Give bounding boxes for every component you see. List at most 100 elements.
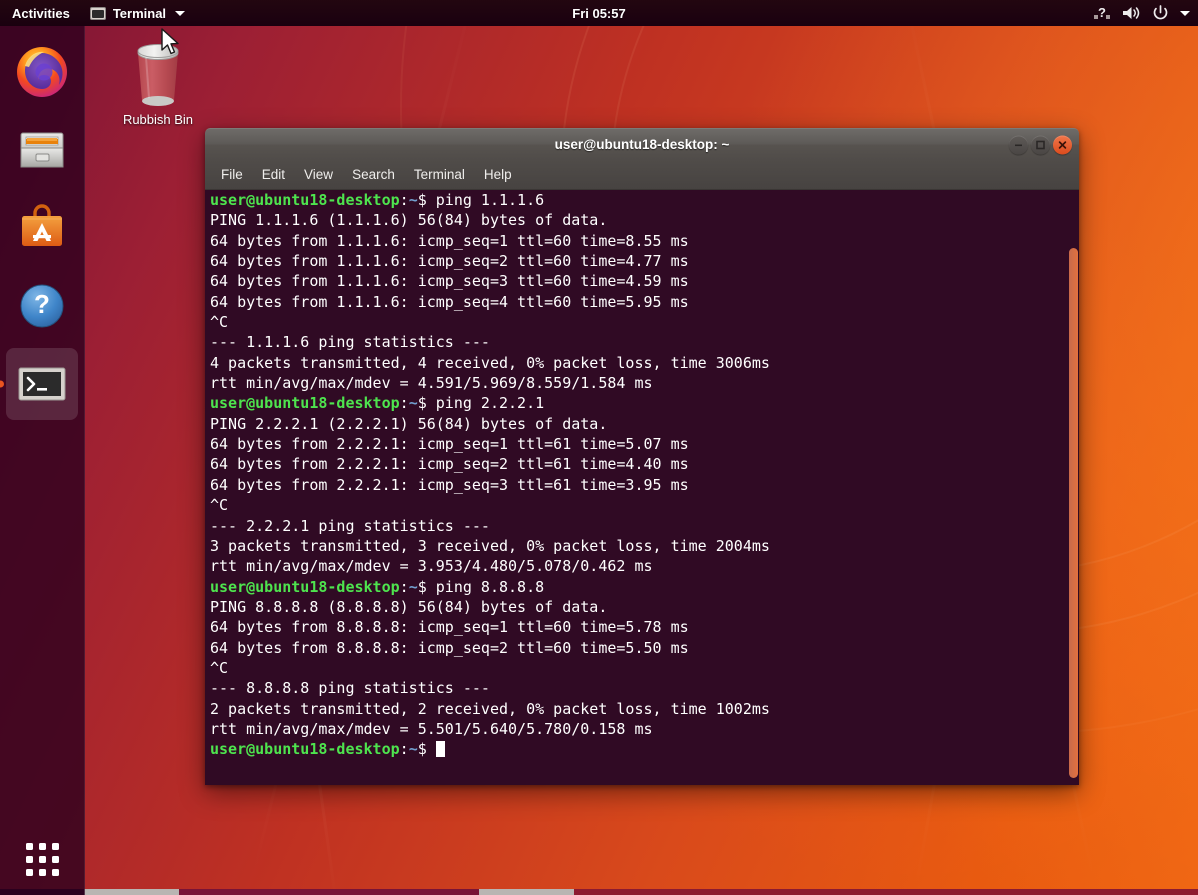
- terminal-output-line: 64 bytes from 1.1.1.6: icmp_seq=4 ttl=60…: [210, 292, 1063, 312]
- firefox-icon: [16, 46, 68, 98]
- terminal-command: ping 1.1.1.6: [427, 191, 544, 209]
- dock-item-terminal[interactable]: [6, 348, 78, 420]
- terminal-command: ping 2.2.2.1: [427, 394, 544, 412]
- prompt-separator: :: [400, 740, 409, 758]
- terminal-output-line: PING 8.8.8.8 (8.8.8.8) 56(84) bytes of d…: [210, 597, 1063, 617]
- terminal-output-line: 2 packets transmitted, 2 received, 0% pa…: [210, 699, 1063, 719]
- dock-item-firefox[interactable]: [6, 36, 78, 108]
- terminal-output-line: 3 packets transmitted, 3 received, 0% pa…: [210, 536, 1063, 556]
- app-menu-terminal[interactable]: Terminal: [80, 6, 195, 21]
- chevron-down-icon: [175, 11, 185, 16]
- prompt-user-host: user@ubuntu18-desktop: [210, 740, 400, 758]
- terminal-output-line: ^C: [210, 312, 1063, 332]
- terminal-scrollbar-thumb[interactable]: [1069, 248, 1078, 778]
- prompt-separator: :: [400, 394, 409, 412]
- terminal-output-line: --- 8.8.8.8 ping statistics ---: [210, 678, 1063, 698]
- prompt-symbol: $: [418, 394, 427, 412]
- accessibility-icon[interactable]: ?: [1094, 5, 1111, 21]
- dock-item-help[interactable]: ?: [6, 270, 78, 342]
- prompt-user-host: user@ubuntu18-desktop: [210, 394, 400, 412]
- terminal-output-line: rtt min/avg/max/mdev = 5.501/5.640/5.780…: [210, 719, 1063, 739]
- window-title: user@ubuntu18-desktop: ~: [555, 137, 730, 152]
- terminal-output-line: 64 bytes from 2.2.2.1: icmp_seq=2 ttl=61…: [210, 454, 1063, 474]
- terminal-window[interactable]: user@ubuntu18-desktop: ~: [205, 128, 1079, 785]
- chevron-down-icon[interactable]: [1180, 11, 1190, 16]
- terminal-prompt-line: user@ubuntu18-desktop:~$ ping 2.2.2.1: [210, 393, 1063, 413]
- menu-help[interactable]: Help: [482, 166, 514, 183]
- prompt-user-host: user@ubuntu18-desktop: [210, 191, 400, 209]
- prompt-symbol: $: [418, 191, 427, 209]
- prompt-path: ~: [409, 578, 418, 596]
- window-titlebar[interactable]: user@ubuntu18-desktop: ~: [205, 128, 1079, 160]
- power-icon[interactable]: [1152, 5, 1169, 22]
- terminal-output-line: 64 bytes from 1.1.1.6: icmp_seq=2 ttl=60…: [210, 251, 1063, 271]
- volume-icon[interactable]: [1122, 5, 1141, 21]
- close-button[interactable]: [1053, 135, 1072, 154]
- close-icon: [1057, 139, 1068, 150]
- dock-item-ubuntu-software[interactable]: [6, 192, 78, 264]
- terminal-cursor: [436, 741, 445, 757]
- terminal-output-line: 64 bytes from 1.1.1.6: icmp_seq=3 ttl=60…: [210, 271, 1063, 291]
- svg-text:?: ?: [34, 289, 50, 319]
- activities-button[interactable]: Activities: [0, 6, 80, 21]
- terminal-output-line: --- 1.1.1.6 ping statistics ---: [210, 332, 1063, 352]
- menu-edit[interactable]: Edit: [260, 166, 287, 183]
- prompt-path: ~: [409, 394, 418, 412]
- terminal-output-line: --- 2.2.2.1 ping statistics ---: [210, 516, 1063, 536]
- system-tray[interactable]: ?: [1094, 5, 1190, 22]
- terminal-output-area[interactable]: user@ubuntu18-desktop:~$ ping 1.1.1.6PIN…: [205, 190, 1079, 785]
- terminal-prompt-line: user@ubuntu18-desktop:~$ ping 8.8.8.8: [210, 577, 1063, 597]
- dock-item-files[interactable]: [6, 114, 78, 186]
- launcher-dock: ?: [0, 26, 85, 895]
- prompt-symbol: $: [418, 740, 427, 758]
- terminal-output-line: rtt min/avg/max/mdev = 3.953/4.480/5.078…: [210, 556, 1063, 576]
- top-bar: Activities Terminal Fri 05:57 ?: [0, 0, 1198, 26]
- menu-view[interactable]: View: [302, 166, 335, 183]
- trash-bin-icon: [112, 34, 204, 114]
- maximize-icon: [1035, 139, 1046, 150]
- svg-text:?: ?: [1098, 5, 1106, 20]
- terminal-output-line: 64 bytes from 2.2.2.1: icmp_seq=1 ttl=61…: [210, 434, 1063, 454]
- maximize-button[interactable]: [1031, 135, 1050, 154]
- ubuntu-software-icon: [16, 202, 68, 254]
- help-question-icon: ?: [16, 280, 68, 332]
- prompt-user-host: user@ubuntu18-desktop: [210, 578, 400, 596]
- terminal-icon: [90, 7, 106, 20]
- terminal-output-line: PING 1.1.1.6 (1.1.1.6) 56(84) bytes of d…: [210, 210, 1063, 230]
- app-menu-label: Terminal: [113, 6, 166, 21]
- grid-dots-icon: [26, 843, 59, 876]
- terminal-output-line: 4 packets transmitted, 4 received, 0% pa…: [210, 353, 1063, 373]
- window-controls: [1009, 135, 1072, 154]
- terminal-output-line: rtt min/avg/max/mdev = 4.591/5.969/8.559…: [210, 373, 1063, 393]
- desktop-screen: Rubbish Bin Activities Terminal Fri 05:5…: [0, 0, 1198, 895]
- terminal-output-line: 64 bytes from 1.1.1.6: icmp_seq=1 ttl=60…: [210, 231, 1063, 251]
- desktop-icon-label: Rubbish Bin: [112, 112, 204, 127]
- terminal-text: user@ubuntu18-desktop:~$ ping 1.1.1.6PIN…: [210, 190, 1063, 760]
- terminal-output-line: PING 2.2.2.1 (2.2.2.1) 56(84) bytes of d…: [210, 414, 1063, 434]
- file-cabinet-icon: [16, 124, 68, 176]
- prompt-path: ~: [409, 740, 418, 758]
- menu-search[interactable]: Search: [350, 166, 397, 183]
- terminal-prompt-line: user@ubuntu18-desktop:~$ ping 1.1.1.6: [210, 190, 1063, 210]
- menu-bar: File Edit View Search Terminal Help: [205, 160, 1079, 190]
- prompt-separator: :: [400, 578, 409, 596]
- menu-file[interactable]: File: [219, 166, 245, 183]
- show-applications-button[interactable]: [0, 823, 84, 895]
- terminal-command: [427, 740, 436, 758]
- minimize-button[interactable]: [1009, 135, 1028, 154]
- desktop-icon-rubbish-bin[interactable]: Rubbish Bin: [112, 34, 204, 127]
- terminal-icon: [16, 358, 68, 410]
- prompt-separator: :: [400, 191, 409, 209]
- desktop-bottom-strip: [0, 889, 1198, 895]
- terminal-scrollbar[interactable]: [1067, 190, 1079, 785]
- prompt-path: ~: [409, 191, 418, 209]
- terminal-prompt-line: user@ubuntu18-desktop:~$: [210, 739, 1063, 759]
- terminal-output-line: ^C: [210, 495, 1063, 515]
- clock-label: Fri 05:57: [572, 6, 625, 21]
- terminal-output-line: 64 bytes from 8.8.8.8: icmp_seq=2 ttl=60…: [210, 638, 1063, 658]
- menu-terminal[interactable]: Terminal: [412, 166, 467, 183]
- terminal-output-line: 64 bytes from 8.8.8.8: icmp_seq=1 ttl=60…: [210, 617, 1063, 637]
- minimize-icon: [1013, 139, 1024, 150]
- terminal-command: ping 8.8.8.8: [427, 578, 544, 596]
- activities-label: Activities: [12, 6, 70, 21]
